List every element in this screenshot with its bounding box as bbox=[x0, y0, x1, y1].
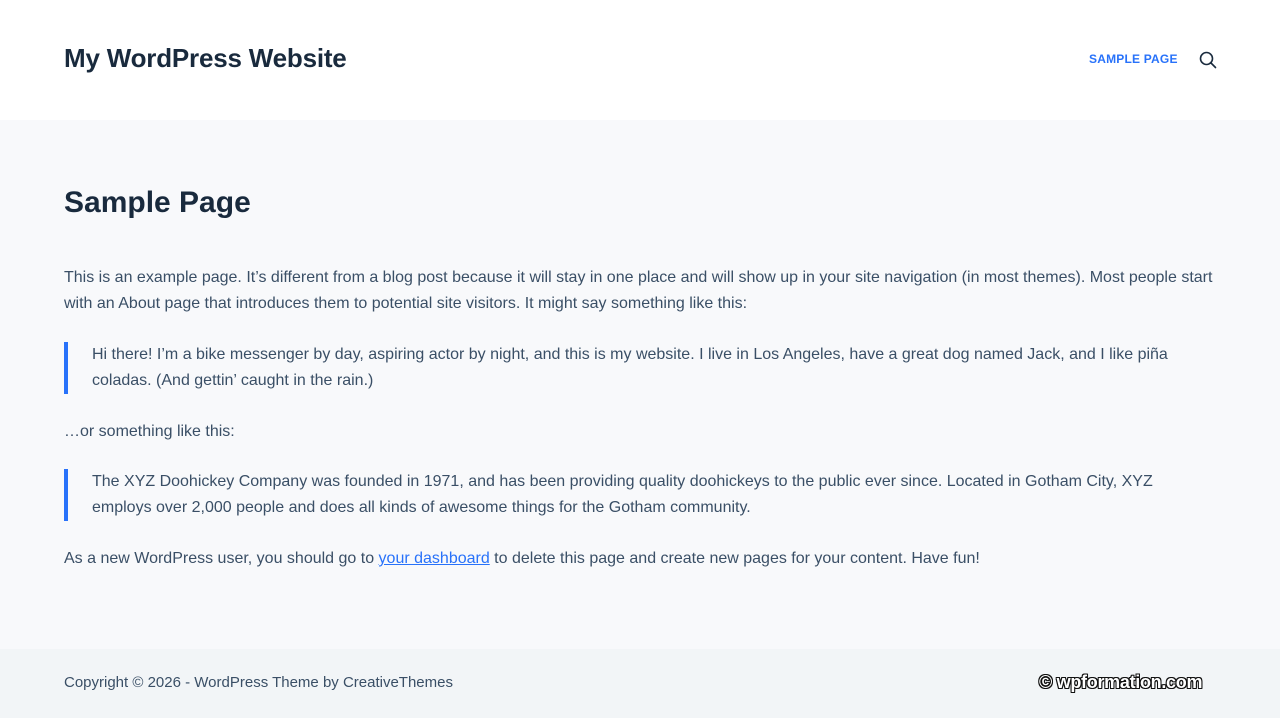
outro-paragraph: As a new WordPress user, you should go t… bbox=[64, 546, 1216, 572]
page-title: Sample Page bbox=[64, 186, 251, 219]
copyright-text: Copyright © 2026 - WordPress Theme by Cr… bbox=[64, 674, 453, 691]
intro-paragraph: This is an example page. It’s different … bbox=[64, 269, 1213, 312]
blockquote-doohickey: The XYZ Doohickey Company was founded in… bbox=[64, 469, 1216, 521]
nav-item-sample-page[interactable]: SAMPLE PAGE bbox=[1089, 52, 1178, 66]
outro-text-before: As a new WordPress user, you should go t… bbox=[64, 550, 379, 567]
site-footer: Copyright © 2026 - WordPress Theme by Cr… bbox=[0, 649, 1280, 718]
outro-text-after: to delete this page and create new pages… bbox=[489, 550, 980, 567]
blockquote-bike-messenger: Hi there! I’m a bike messenger by day, a… bbox=[64, 342, 1216, 394]
middle-paragraph: …or something like this: bbox=[64, 423, 235, 440]
blockquote-text: The XYZ Doohickey Company was founded in… bbox=[92, 473, 1153, 516]
main-content: Sample Page This is an example page. It’… bbox=[0, 120, 1280, 649]
search-icon[interactable] bbox=[1199, 51, 1217, 69]
site-header: My WordPress Website SAMPLE PAGE bbox=[0, 0, 1280, 120]
site-title[interactable]: My WordPress Website bbox=[64, 43, 347, 74]
watermark: © wpformation.com bbox=[1039, 672, 1203, 692]
dashboard-link[interactable]: your dashboard bbox=[379, 550, 490, 567]
blockquote-text: Hi there! I’m a bike messenger by day, a… bbox=[92, 346, 1168, 389]
